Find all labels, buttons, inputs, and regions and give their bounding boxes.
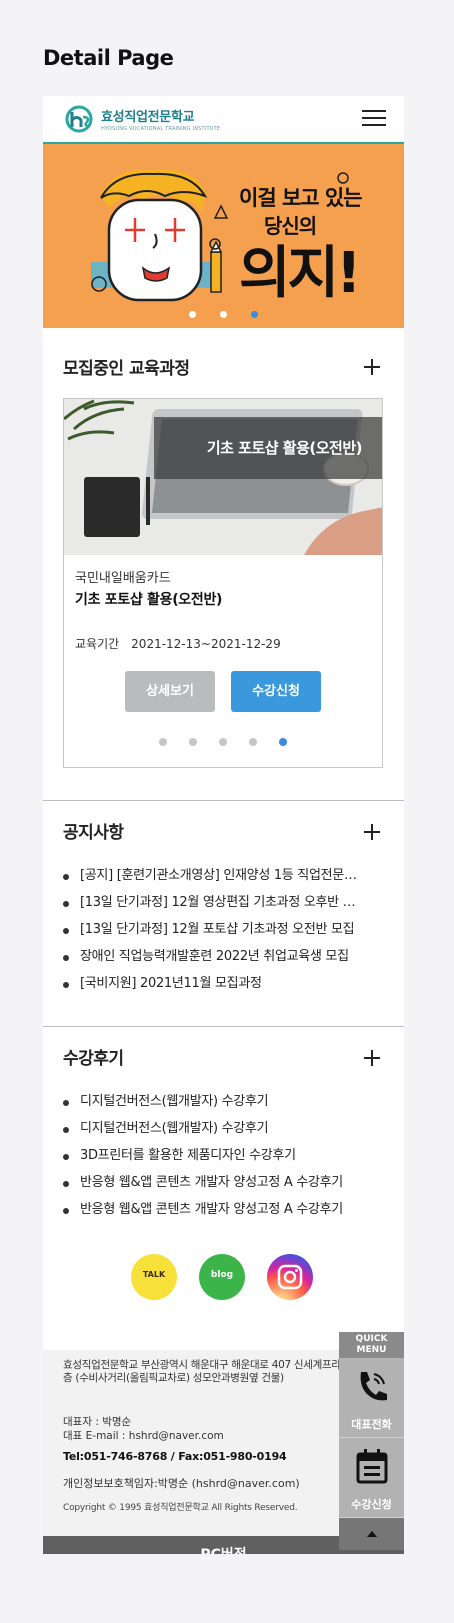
quick-menu-title-line2: MENU [356, 1345, 387, 1355]
quick-apply-button[interactable]: 수강신청 [339, 1438, 404, 1518]
banner-headline-3: 의지! [239, 241, 362, 306]
menu-icon[interactable] [362, 110, 386, 128]
notices-section-title: 공지사항 [63, 823, 124, 843]
footer-privacy-officer: 개인정보보호책임자:박명순 (hshrd@naver.com) [63, 1477, 300, 1490]
course-dot-2[interactable] [189, 738, 197, 746]
calendar-icon [356, 1449, 388, 1484]
quick-menu-title-line1: QUICK [355, 1334, 388, 1344]
list-item[interactable]: 반응형 웹&앱 콘텐츠 개발자 양성고정 A 수강후기 [63, 1200, 363, 1227]
reviews-section-header: 수강후기 [43, 1028, 404, 1084]
blog-icon[interactable]: blog [199, 1254, 245, 1300]
reviews-section-title: 수강후기 [63, 1049, 124, 1069]
site-logo[interactable]: 효성직업전문학교 HYOSUNG VOCATIONAL TRAINING INS… [63, 105, 220, 133]
course-dot-1[interactable] [159, 738, 167, 746]
logo-korean-name: 효성직업전문학교 [101, 110, 195, 125]
page-label: Detail Page [43, 46, 174, 70]
notices-section-header: 공지사항 [43, 802, 404, 858]
quick-menu: QUICK MENU 대표전화 수강신청 [339, 1332, 404, 1550]
quick-apply-label: 수강신청 [351, 1498, 392, 1511]
course-period: 교육기간 2021-12-13~2021-12-29 [75, 635, 281, 652]
banner-pagination [43, 311, 404, 318]
banner-headline-1: 이걸 보고 있는 [239, 186, 363, 210]
quick-call-button[interactable]: 대표전화 [339, 1358, 404, 1438]
instagram-icon[interactable] [267, 1254, 313, 1300]
notices-more-plus-icon[interactable] [364, 824, 380, 840]
courses-more-plus-icon[interactable] [364, 359, 380, 375]
list-item[interactable]: [13일 단기과정] 12월 포토샵 기초과정 오전반 모집 [63, 920, 363, 947]
course-apply-button[interactable]: 수강신청 [231, 671, 321, 712]
footer-ceo: 대표자 : 박명순 [63, 1416, 132, 1428]
course-image-caption: 기초 포토샵 활용(오전반) [154, 417, 382, 479]
list-item[interactable]: 장애인 직업능력개발훈련 2022년 취업교육생 모집 [63, 947, 363, 974]
course-card[interactable]: 기초 포토샵 활용(오전반) 국민내일배움카드 기초 포토샵 활용(오전반) 교… [63, 398, 383, 768]
course-detail-button[interactable]: 상세보기 [125, 671, 215, 712]
notices-list: [공지] [훈련기관소개영상] 인재양성 1등 직업전문학교 [13일 단기과정… [63, 866, 363, 1001]
list-item[interactable]: 디지털건버전스(웹개발자) 수강후기 [63, 1092, 363, 1119]
footer-copyright: Copyright © 1995 효성직업전문학교 All Rights Res… [63, 1503, 298, 1513]
quick-menu-title: QUICK MENU [339, 1332, 404, 1358]
list-item[interactable]: [13일 단기과정] 12월 영상편집 기초과정 오후반 모집 [63, 893, 363, 920]
course-pagination [64, 738, 382, 746]
course-period-value: 2021-12-13~2021-12-29 [131, 637, 281, 651]
quick-call-label: 대표전화 [351, 1418, 392, 1431]
list-item[interactable]: 3D프린터를 활용한 제품디자인 수강후기 [63, 1146, 363, 1173]
footer-address: 효성직업전문학교 부산광역시 해운대구 해운대로 407 신세계프라자 7층 (… [63, 1359, 360, 1384]
course-period-label: 교육기간 [75, 637, 120, 651]
phone-icon [360, 1372, 387, 1401]
course-image-caption-text: 기초 포토샵 활용(오전반) [206, 439, 363, 457]
reviews-list: 디지털건버전스(웹개발자) 수강후기 디지털건버전스(웹개발자) 수강후기 3D… [63, 1092, 363, 1227]
section-divider [43, 1026, 404, 1027]
courses-section-header: 모집중인 교육과정 [43, 328, 404, 384]
course-dot-4[interactable] [249, 738, 257, 746]
mobile-page: 효성직업전문학교 HYOSUNG VOCATIONAL TRAINING INS… [43, 96, 404, 1554]
hero-banner[interactable]: 이걸 보고 있는 당신의 의지! [43, 144, 404, 328]
kakaotalk-icon[interactable]: TALK [131, 1254, 177, 1300]
scroll-top-arrow-icon[interactable] [339, 1518, 404, 1550]
courses-section-title: 모집중인 교육과정 [63, 359, 190, 379]
course-category: 국민내일배움카드 [75, 571, 171, 586]
footer-email: 대표 E-mail : hshrd@naver.com [63, 1430, 224, 1442]
banner-dot-3[interactable] [251, 311, 258, 318]
logo-english-name: HYOSUNG VOCATIONAL TRAINING INSTITUTE [101, 126, 221, 132]
course-name: 기초 포토샵 활용(오전반) [75, 592, 223, 608]
footer-phone-fax: Tel:051-746-8768 / Fax:051-980-0194 [63, 1450, 287, 1463]
list-item[interactable]: [공지] [훈련기관소개영상] 인재양성 1등 직업전문학교 [63, 866, 363, 893]
course-dot-5[interactable] [279, 738, 287, 746]
kakaotalk-label: TALK [142, 1270, 166, 1279]
instagram-glyph [277, 1264, 303, 1290]
logo-icon [65, 105, 93, 133]
course-dot-3[interactable] [219, 738, 227, 746]
banner-dot-1[interactable] [189, 311, 196, 318]
section-divider [43, 800, 404, 801]
list-item[interactable]: 반응형 웹&앱 콘텐츠 개발자 양성고정 A 수강후기 [63, 1173, 363, 1200]
footer-representative: 대표자 : 박명순 대표 E-mail : hshrd@naver.com [63, 1415, 224, 1443]
blog-label: blog [210, 1270, 234, 1280]
site-header: 효성직업전문학교 HYOSUNG VOCATIONAL TRAINING INS… [43, 96, 404, 144]
banner-dot-2[interactable] [220, 311, 227, 318]
list-item[interactable]: 디지털건버전스(웹개발자) 수강후기 [63, 1119, 363, 1146]
list-item[interactable]: [국비지원] 2021년11월 모집과정 [63, 974, 363, 1001]
course-image: 기초 포토샵 활용(오전반) [64, 399, 382, 555]
reviews-more-plus-icon[interactable] [364, 1050, 380, 1066]
